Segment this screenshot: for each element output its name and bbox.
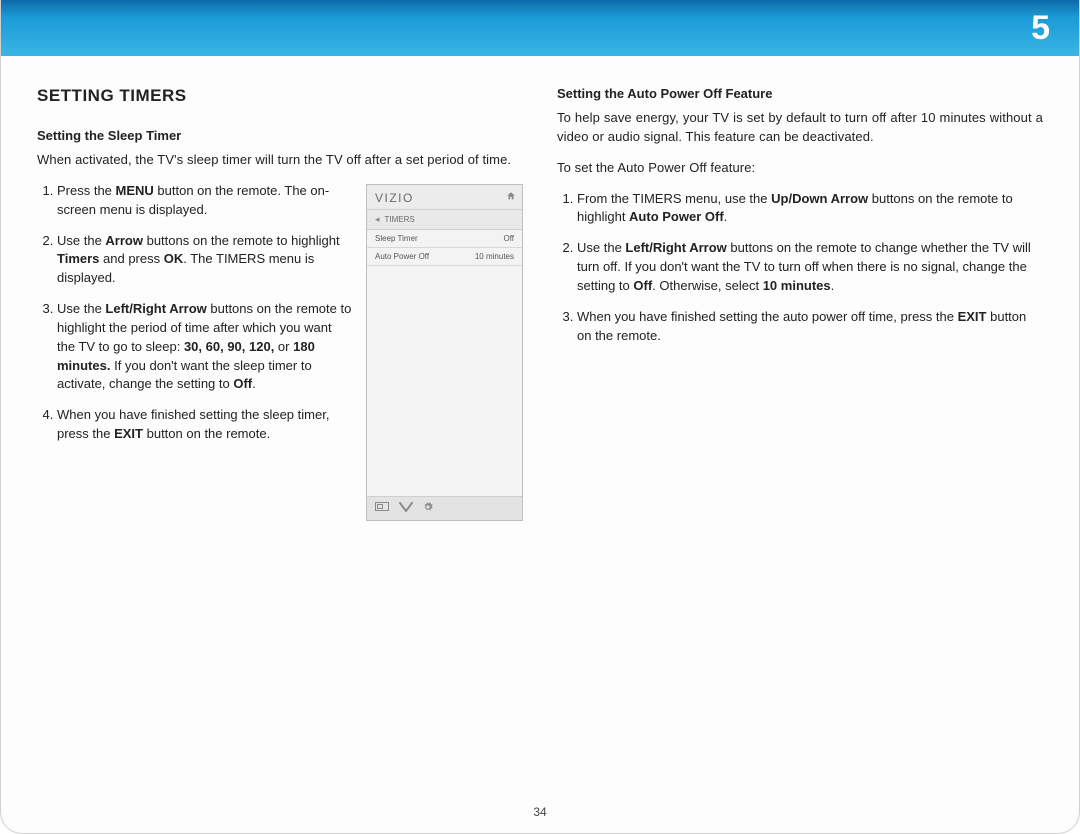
right-lead: To set the Auto Power Off feature: [557, 159, 1043, 178]
osd-footer [367, 496, 522, 520]
left-body-wrap: Press the MENU button on the remote. The… [37, 182, 523, 521]
osd-row-sleep: Sleep Timer Off [367, 230, 522, 248]
osd-row-label: Auto Power Off [375, 252, 429, 261]
sleep-step-3: Use the Left/Right Arrow buttons on the … [57, 300, 352, 394]
manual-page: 5 SETTING TIMERS Setting the Sleep Timer… [0, 0, 1080, 834]
gear-icon [423, 502, 433, 515]
osd-mockup: VIZIO ◂ TIMERS Sleep Timer Off Au [366, 184, 523, 521]
osd-breadcrumb: ◂ TIMERS [367, 210, 522, 230]
osd-header: VIZIO [367, 185, 522, 210]
left-column: SETTING TIMERS Setting the Sleep Timer W… [37, 86, 523, 521]
right-intro: To help save energy, your TV is set by d… [557, 109, 1043, 147]
auto-step-3: When you have finished setting the auto … [577, 308, 1043, 346]
osd-row-value: 10 minutes [475, 252, 514, 261]
osd-brand: VIZIO [375, 191, 414, 205]
left-steps: Press the MENU button on the remote. The… [37, 182, 352, 521]
home-icon [506, 191, 516, 204]
back-icon: ◂ [375, 214, 380, 225]
osd-body [367, 266, 522, 496]
osd-row-label: Sleep Timer [375, 234, 418, 243]
sleep-step-2: Use the Arrow buttons on the remote to h… [57, 232, 352, 289]
left-subhead: Setting the Sleep Timer [37, 128, 523, 143]
sleep-step-4: When you have finished setting the sleep… [57, 406, 352, 444]
left-intro: When activated, the TV's sleep timer wil… [37, 151, 523, 170]
chapter-band: 5 [1, 0, 1079, 56]
osd-crumb-label: TIMERS [385, 215, 415, 224]
auto-step-1: From the TIMERS menu, use the Up/Down Ar… [577, 190, 1043, 228]
right-subhead: Setting the Auto Power Off Feature [557, 86, 1043, 101]
sleep-step-1: Press the MENU button on the remote. The… [57, 182, 352, 220]
wide-icon [375, 502, 389, 514]
content: SETTING TIMERS Setting the Sleep Timer W… [1, 56, 1079, 521]
auto-step-2: Use the Left/Right Arrow buttons on the … [577, 239, 1043, 296]
chapter-number: 5 [1031, 9, 1051, 48]
page-number: 34 [1, 805, 1079, 819]
osd-row-autopower: Auto Power Off 10 minutes [367, 248, 522, 266]
osd-row-value: Off [503, 234, 514, 243]
right-column: Setting the Auto Power Off Feature To he… [557, 86, 1043, 521]
section-title: SETTING TIMERS [37, 86, 523, 106]
v-icon [399, 502, 413, 515]
